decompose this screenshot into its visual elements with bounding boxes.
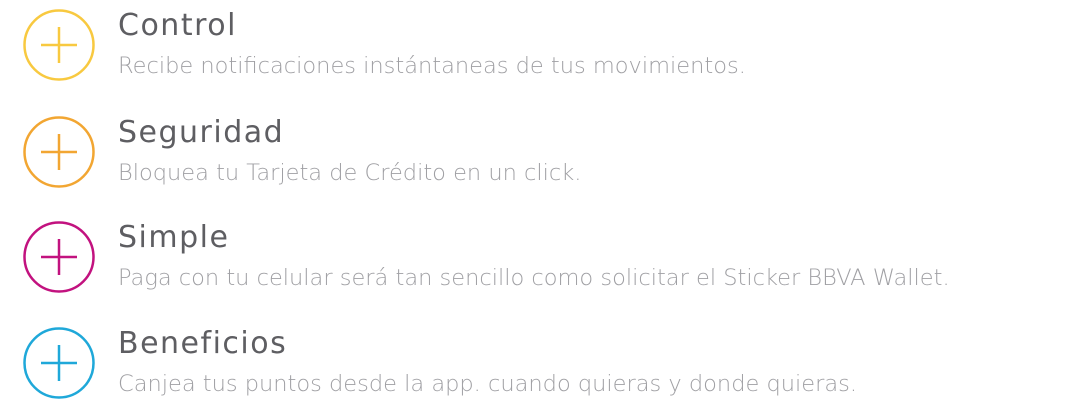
feature-item-beneficios: Beneficios Canjea tus puntos desde la ap… [0, 318, 1086, 410]
feature-item-control: Control Recibe notificaciones instántane… [0, 0, 1086, 92]
feature-title: Simple [118, 220, 230, 255]
feature-item-seguridad: Seguridad Bloquea tu Tarjeta de Crédito … [0, 107, 1086, 199]
feature-item-simple: Simple Paga con tu celular será tan senc… [0, 212, 1086, 304]
plus-circle-icon[interactable] [22, 115, 96, 189]
feature-title: Beneficios [118, 326, 288, 361]
feature-description: Canjea tus puntos desde la app. cuando q… [118, 371, 858, 397]
plus-circle-icon[interactable] [22, 326, 96, 400]
feature-title: Seguridad [118, 115, 285, 150]
feature-description: Recibe notificaciones instántaneas de tu… [118, 53, 746, 79]
plus-circle-icon[interactable] [22, 220, 96, 294]
feature-description: Paga con tu celular será tan sencillo co… [118, 265, 950, 291]
plus-circle-icon[interactable] [22, 8, 96, 82]
feature-description: Bloquea tu Tarjeta de Crédito en un clic… [118, 160, 582, 186]
feature-title: Control [118, 8, 237, 43]
